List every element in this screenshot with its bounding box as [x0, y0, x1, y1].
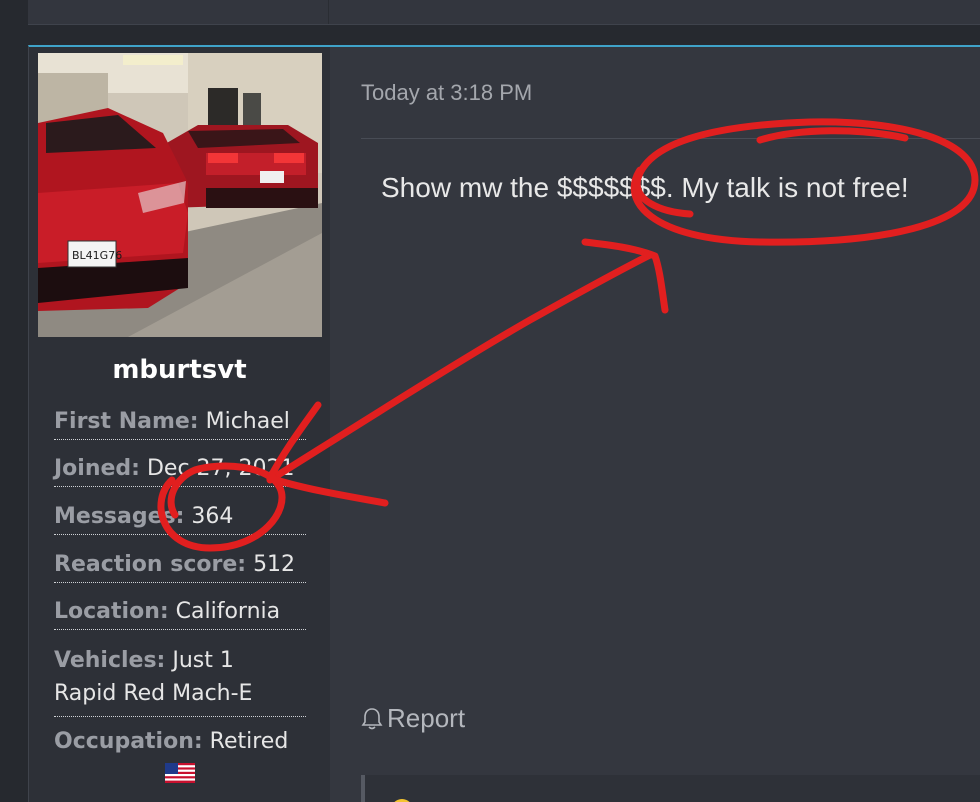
info-reaction-score: Reaction score: 512	[54, 548, 306, 583]
forum-page: BL41G76 mburtsvt First Name: Michael Joi…	[0, 0, 980, 802]
reaction-score-label: Reaction score:	[54, 552, 247, 577]
vehicles-value: Just 1	[172, 648, 234, 673]
report-label: Report	[387, 703, 466, 733]
bell-icon	[361, 707, 383, 729]
location-label: Location:	[54, 599, 169, 624]
avatar-plate-text: BL41G76	[72, 249, 122, 262]
us-flag-icon	[165, 763, 195, 783]
vehicles-value-line2: Rapid Red Mach-E	[54, 681, 253, 706]
timestamp-divider	[361, 138, 980, 139]
occupation-value: Retired	[209, 729, 289, 754]
report-link[interactable]: Report	[361, 703, 465, 734]
user-info-column: BL41G76 mburtsvt First Name: Michael Joi…	[29, 47, 330, 802]
joined-label: Joined:	[54, 456, 140, 481]
info-vehicles: Vehicles: Just 1 Rapid Red Mach-E	[54, 644, 306, 717]
location-value: California	[175, 599, 281, 624]
info-joined: Joined: Dec 27, 2021	[54, 452, 306, 487]
info-first-name: First Name: Michael	[54, 405, 306, 440]
first-name-value: Michael	[205, 409, 290, 434]
post-message: Show mw the $$$$$$$. My talk is not free…	[381, 172, 909, 203]
joined-value: Dec 27, 2021	[146, 456, 295, 481]
post-content: Today at 3:18 PM Show mw the $$$$$$$. My…	[331, 47, 980, 802]
previous-post-divider	[328, 0, 329, 24]
username[interactable]: mburtsvt	[29, 355, 330, 385]
info-messages: Messages: 364	[54, 500, 306, 535]
avatar-garage-photo: BL41G76	[38, 53, 322, 337]
messages-label: Messages:	[54, 504, 185, 529]
info-location: Location: California	[54, 595, 306, 630]
previous-post-fragment	[28, 0, 980, 25]
first-name-label: First Name:	[54, 409, 199, 434]
occupation-label: Occupation:	[54, 729, 203, 754]
post-timestamp[interactable]: Today at 3:18 PM	[361, 80, 532, 106]
forum-post: BL41G76 mburtsvt First Name: Michael Joi…	[28, 45, 980, 802]
reply-quote-box	[361, 775, 980, 802]
vehicles-label: Vehicles:	[54, 648, 166, 673]
info-occupation: Occupation: Retired	[54, 725, 306, 759]
messages-value[interactable]: 364	[191, 504, 233, 529]
reaction-score-value: 512	[253, 552, 296, 577]
user-avatar[interactable]: BL41G76	[38, 53, 322, 337]
